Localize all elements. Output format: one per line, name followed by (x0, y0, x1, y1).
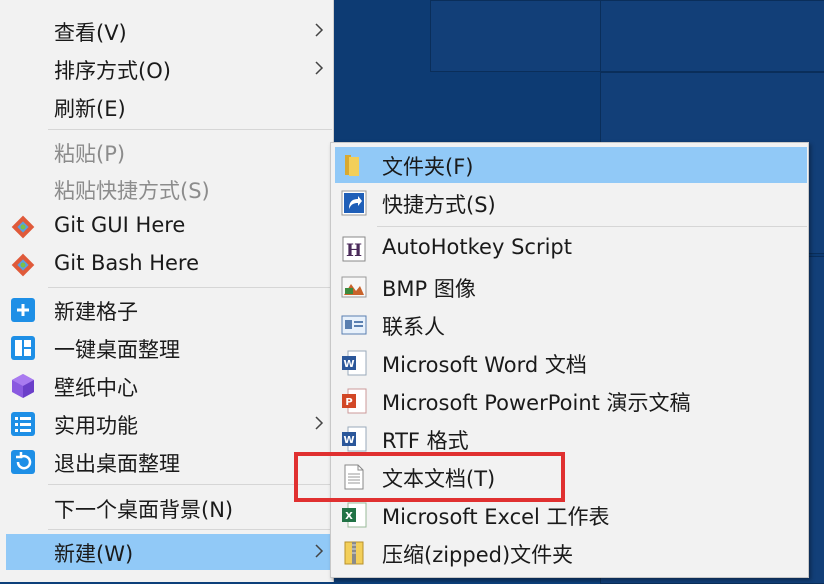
submenu-item-label: 快捷方式(S) (382, 193, 496, 217)
menu-item-exit-organizer[interactable]: 退出桌面整理 (6, 444, 332, 480)
list-icon (11, 412, 35, 436)
menu-item-label: 粘贴(P) (54, 142, 126, 166)
menu-item-paste-shortcut[interactable]: 粘贴快捷方式(S) (6, 171, 332, 207)
menu-item-git-bash[interactable]: Git Bash Here (6, 247, 332, 283)
contact-icon (341, 315, 367, 335)
menu-item-label: 下一个桌面背景(N) (54, 498, 234, 522)
submenu-item-zip-folder[interactable]: 压缩(zipped)文件夹 (335, 535, 807, 571)
menu-item-label: 查看(V) (54, 21, 127, 45)
powerpoint-icon: P (342, 388, 367, 414)
menu-item-label: 排序方式(O) (54, 59, 171, 83)
menu-separator (377, 226, 807, 227)
menu-item-paste[interactable]: 粘贴(P) (6, 134, 332, 170)
chevron-right-icon (315, 416, 324, 430)
menu-separator (48, 529, 332, 530)
menu-item-label: 刷新(E) (54, 97, 126, 121)
menu-item-label: 粘贴快捷方式(S) (54, 179, 210, 203)
menu-item-label: 新建格子 (54, 300, 138, 324)
submenu-item-powerpoint[interactable]: P Microsoft PowerPoint 演示文稿 (335, 383, 807, 419)
menu-item-label: 实用功能 (54, 414, 138, 438)
svg-text:P: P (345, 397, 352, 408)
excel-icon: X (342, 502, 367, 528)
submenu-item-label: Microsoft Word 文档 (382, 353, 587, 377)
submenu-item-shortcut[interactable]: 快捷方式(S) (335, 185, 807, 221)
menu-separator (48, 287, 332, 288)
desktop-context-menu: 查看(V) 排序方式(O) 刷新(E) 粘贴(P) 粘贴快捷方式(S) Git … (0, 0, 334, 582)
menu-item-organize-desktop[interactable]: 一键桌面整理 (6, 330, 332, 366)
menu-separator (48, 484, 332, 485)
submenu-item-label: RTF 格式 (382, 429, 469, 453)
menu-item-sort-by[interactable]: 排序方式(O) (6, 51, 332, 87)
submenu-item-label: Microsoft PowerPoint 演示文稿 (382, 391, 691, 415)
menu-item-label: 新建(W) (54, 542, 134, 566)
svg-text:W: W (343, 359, 354, 370)
submenu-item-bmp[interactable]: BMP 图像 (335, 269, 807, 305)
plus-square-icon (11, 298, 35, 322)
new-submenu: 文件夹(F) 快捷方式(S) H AutoHotkey Script BMP 图… (330, 142, 809, 578)
menu-item-view[interactable]: 查看(V) (6, 13, 332, 49)
menu-item-label: 退出桌面整理 (54, 452, 180, 476)
menu-item-new-grid[interactable]: 新建格子 (6, 292, 332, 328)
rtf-icon: W (342, 426, 367, 452)
word-icon: W (342, 350, 367, 376)
folder-icon (345, 155, 359, 176)
menu-item-label: Git GUI Here (54, 213, 186, 237)
shortcut-icon (341, 190, 367, 216)
submenu-item-label: 压缩(zipped)文件夹 (382, 543, 574, 567)
chevron-right-icon (315, 61, 324, 75)
svg-text:X: X (345, 511, 353, 522)
menu-item-git-gui[interactable]: Git GUI Here (6, 209, 332, 245)
submenu-item-label: 联系人 (382, 315, 445, 339)
zip-folder-icon (344, 541, 364, 565)
submenu-item-label: Microsoft Excel 工作表 (382, 505, 610, 529)
wallpaper-cube-icon (12, 374, 34, 398)
chevron-right-icon (315, 23, 324, 37)
menu-separator (48, 129, 332, 130)
git-bash-icon (11, 253, 35, 277)
submenu-item-autohotkey[interactable]: H AutoHotkey Script (335, 231, 807, 267)
submenu-item-word[interactable]: W Microsoft Word 文档 (335, 345, 807, 381)
submenu-item-folder[interactable]: 文件夹(F) (335, 147, 807, 183)
git-gui-icon (11, 215, 35, 239)
menu-item-refresh[interactable]: 刷新(E) (6, 89, 332, 125)
menu-item-wallpaper-center[interactable]: 壁纸中心 (6, 368, 332, 404)
svg-text:H: H (346, 241, 362, 261)
menu-item-label: 一键桌面整理 (54, 338, 180, 362)
layout-icon (11, 336, 35, 360)
highlight-annotation-box (294, 452, 565, 502)
menu-item-next-background[interactable]: 下一个桌面背景(N) (6, 490, 332, 526)
menu-item-utilities[interactable]: 实用功能 (6, 406, 332, 442)
submenu-item-label: AutoHotkey Script (382, 235, 572, 259)
bmp-image-icon (341, 276, 367, 298)
submenu-item-label: BMP 图像 (382, 277, 476, 301)
submenu-item-label: 文件夹(F) (382, 155, 474, 179)
chevron-right-icon (315, 544, 324, 558)
menu-item-label: Git Bash Here (54, 251, 200, 275)
exit-icon (11, 450, 35, 474)
menu-item-label: 壁纸中心 (54, 376, 138, 400)
submenu-item-contact[interactable]: 联系人 (335, 307, 807, 343)
svg-text:W: W (343, 435, 354, 446)
menu-item-new[interactable]: 新建(W) (6, 534, 332, 570)
autohotkey-icon: H (342, 236, 366, 262)
submenu-item-excel[interactable]: X Microsoft Excel 工作表 (335, 497, 807, 533)
